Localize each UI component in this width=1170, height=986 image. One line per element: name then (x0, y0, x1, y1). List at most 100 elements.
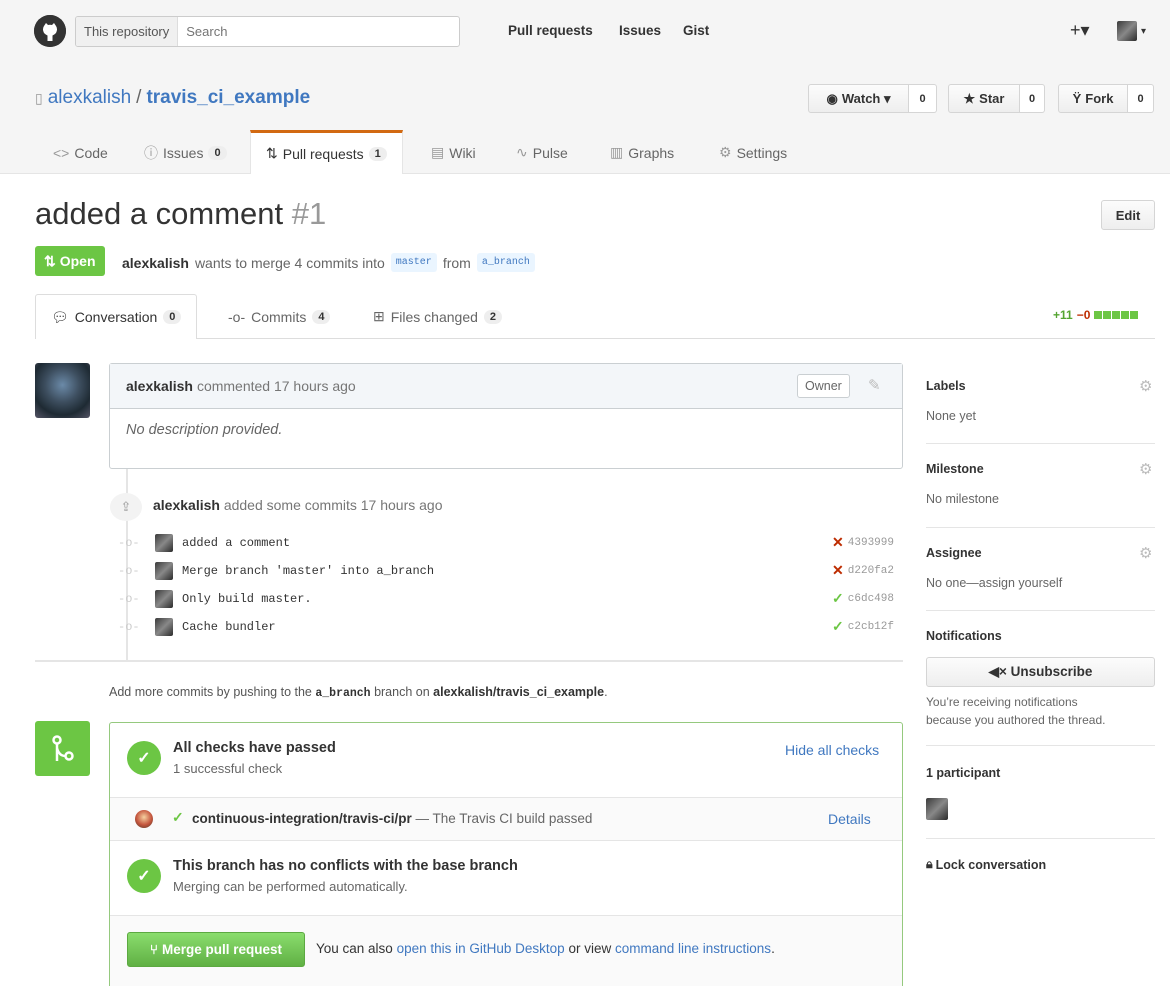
commit-message[interactable]: Cache bundler (182, 620, 832, 634)
command-line-link[interactable]: command line instructions (615, 941, 771, 956)
book-icon: ▤ (431, 144, 445, 160)
pr-meta: alexkalish wants to merge 4 commits into… (122, 253, 535, 272)
head-branch[interactable]: a_branch (476, 253, 535, 272)
nav-pull-requests[interactable]: Pull requests (508, 23, 593, 38)
commit-message[interactable]: Merge branch 'master' into a_branch (182, 564, 832, 578)
avatar[interactable] (155, 618, 173, 636)
conversation-counter: 0 (163, 310, 182, 324)
star-button[interactable]: ★ Star (948, 84, 1020, 113)
avatar[interactable] (926, 798, 948, 820)
assignee-value[interactable]: No one—assign yourself (926, 576, 1062, 590)
base-branch[interactable]: master (390, 253, 437, 272)
list-item: -o- added a comment ✕ 4393999 (118, 530, 894, 556)
tab-pulse[interactable]: ∿ Pulse (516, 131, 568, 174)
assignee-heading[interactable]: Assignee (926, 546, 982, 560)
gear-icon[interactable]: ⚙ (1139, 377, 1152, 395)
diffstat: +11 −0 (1053, 308, 1139, 322)
details-link[interactable]: Details (828, 811, 871, 827)
pencil-icon[interactable]: ✎ (868, 376, 881, 394)
watch-count[interactable]: 0 (909, 84, 937, 113)
hint-text: . (604, 685, 608, 699)
tab-pull-requests[interactable]: ⇅ Pull requests 1 (250, 130, 403, 174)
tab-files-changed[interactable]: ⊞ Files changed 2 (373, 294, 503, 339)
open-in-desktop-link[interactable]: open this in GitHub Desktop (397, 941, 565, 956)
avatar[interactable] (35, 363, 90, 418)
gear-icon[interactable]: ⚙ (1139, 544, 1152, 562)
merge-box: ✓ All checks have passed 1 successful ch… (109, 722, 903, 986)
labels-value: None yet (926, 409, 977, 423)
hint-text: branch on (374, 685, 430, 699)
avatar[interactable] (155, 562, 173, 580)
comment-author[interactable]: alexkalish (126, 378, 193, 394)
sidebar-divider (926, 443, 1155, 444)
check-icon: ✓ (127, 859, 161, 893)
commit-sha[interactable]: 4393999 (848, 537, 894, 549)
search-input[interactable] (178, 17, 459, 46)
check-icon[interactable]: ✓ (832, 591, 844, 608)
tab-issues[interactable]: ⓘ Issues 0 (144, 131, 227, 174)
labels-heading[interactable]: Labels (926, 379, 966, 393)
lock-icon: 🔒︎ (926, 857, 933, 871)
edit-button[interactable]: Edit (1101, 200, 1155, 230)
star-count[interactable]: 0 (1020, 84, 1045, 113)
search-box: This repository (75, 16, 460, 47)
nav-gist[interactable]: Gist (683, 23, 709, 38)
commit-sha[interactable]: d220fa2 (848, 565, 894, 577)
comment-timestamp[interactable]: commented 17 hours ago (197, 378, 356, 394)
alt-text: . (771, 941, 775, 956)
list-item: -o- Cache bundler ✓ c2cb12f (118, 614, 894, 640)
fork-button[interactable]: Ÿ Fork (1058, 84, 1128, 113)
commit-message[interactable]: added a comment (182, 536, 832, 550)
hide-checks-link[interactable]: Hide all checks (785, 742, 879, 758)
repo-owner-link[interactable]: alexkalish (48, 87, 131, 109)
x-icon[interactable]: ✕ (832, 563, 844, 580)
merge-pull-request-button[interactable]: ⑂ Merge pull request (127, 932, 305, 967)
check-icon[interactable]: ✓ (832, 619, 844, 636)
author-link[interactable]: alexkalish (122, 255, 189, 271)
issues-counter: 0 (208, 145, 227, 160)
state-label: Open (59, 253, 96, 269)
repo-separator: / (136, 87, 142, 108)
commit-message[interactable]: Only build master. (182, 592, 832, 606)
create-new-dropdown[interactable]: +▾ (1070, 20, 1090, 41)
search-scope[interactable]: This repository (76, 17, 179, 46)
tab-wiki[interactable]: ▤ Wiki (431, 131, 476, 174)
repo-name-link[interactable]: travis_ci_example (146, 87, 310, 109)
diffstat-bar (1094, 311, 1139, 319)
lock-conversation-link[interactable]: 🔒︎ Lock conversation (926, 857, 1046, 872)
pr-title: added a comment (35, 196, 284, 231)
avatar[interactable] (155, 590, 173, 608)
repo-push-icon: ⇪ (110, 493, 142, 521)
watch-button[interactable]: ◉ Watch ▾ (808, 84, 909, 113)
commit-sha[interactable]: c2cb12f (848, 621, 894, 633)
conflict-title: This branch has no conflicts with the ba… (173, 858, 518, 874)
avatar[interactable] (155, 534, 173, 552)
status-check-row: ✓ continuous-integration/travis-ci/pr — … (110, 798, 902, 841)
tab-graphs[interactable]: ▥ Graphs (610, 131, 674, 174)
milestone-heading[interactable]: Milestone (926, 462, 984, 476)
git-merge-icon: ⑂ (149, 942, 159, 957)
gear-icon[interactable]: ⚙ (1139, 460, 1152, 478)
tab-commits[interactable]: -o- Commits 4 (228, 294, 331, 339)
user-menu[interactable]: ▾ (1117, 21, 1146, 41)
nav-issues[interactable]: Issues (619, 23, 661, 38)
git-commit-icon: -o- (118, 592, 140, 606)
sidebar-divider (926, 610, 1155, 611)
pull-requests-counter: 1 (368, 146, 387, 161)
alt-text: or view (568, 941, 612, 956)
hint-branch: a_branch (315, 687, 371, 700)
event-author[interactable]: alexkalish (153, 497, 220, 513)
x-icon[interactable]: ✕ (832, 535, 844, 552)
tab-code[interactable]: <> Code (53, 131, 108, 174)
unsubscribe-button[interactable]: ◀× Unsubscribe (926, 657, 1155, 687)
github-logo-icon[interactable] (34, 15, 66, 47)
tab-label: Code (74, 144, 108, 161)
commit-sha[interactable]: c6dc498 (848, 593, 894, 605)
fork-count[interactable]: 0 (1128, 84, 1154, 113)
merge-icon (35, 721, 90, 776)
page-title: added a comment #1 (35, 196, 326, 232)
owner-badge: Owner (797, 374, 850, 398)
tab-conversation[interactable]: 💬︎ Conversation 0 (35, 294, 198, 339)
sidebar-divider (926, 527, 1155, 528)
tab-settings[interactable]: ⚙ Settings (719, 131, 787, 174)
